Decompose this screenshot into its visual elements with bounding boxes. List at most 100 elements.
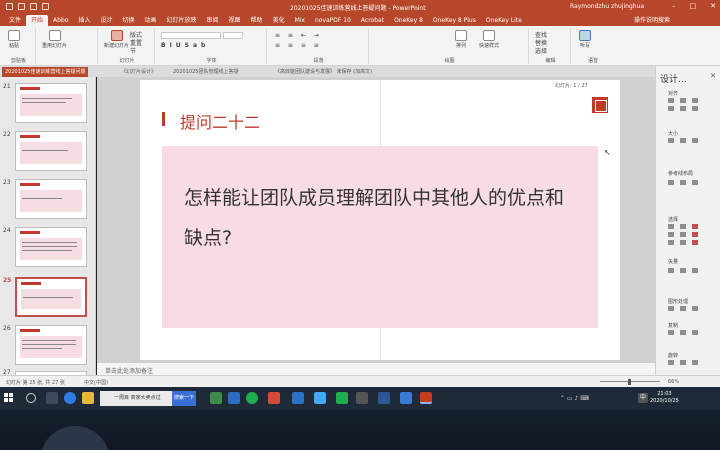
font-size-select[interactable] [223, 32, 243, 39]
tab-insert[interactable]: 插入 [73, 15, 95, 26]
zoom-level[interactable]: 66% [668, 379, 679, 385]
align-tools[interactable] [668, 106, 698, 111]
tab-design[interactable]: 设计 [95, 15, 117, 26]
select-tools[interactable] [668, 240, 698, 245]
new-slide-button[interactable]: 新建幻灯片 [104, 30, 129, 49]
slide-thumbnail[interactable] [15, 131, 87, 171]
taskbar: 一周目 商家大卖点过 搜索一下 ⌃ ▭ ♪ ⌨ 中 21:03 2020/10/2… [0, 387, 720, 410]
zoom-slider-knob[interactable] [628, 379, 631, 385]
tell-me-search[interactable]: 操作说明搜索 [629, 15, 720, 26]
guide-tools[interactable] [668, 180, 698, 185]
thumb-number: 21 [3, 83, 11, 90]
tab-beautify[interactable]: 美化 [268, 15, 290, 26]
app-icon[interactable] [356, 392, 368, 404]
app-icon[interactable] [210, 392, 222, 404]
quick-styles-button[interactable]: 快速样式 [479, 30, 499, 49]
align-tools[interactable] [668, 98, 698, 103]
current-slide[interactable]: 提问二十二 怎样能让团队成员理解团队中其他人的优点和缺点? [140, 80, 620, 360]
word-icon[interactable] [378, 392, 390, 404]
slide-thumbnail[interactable] [15, 83, 87, 123]
windows-start-icon[interactable] [4, 393, 14, 403]
tab-file[interactable]: 文件 [4, 15, 26, 26]
ribbon: 粘贴 剪贴板 重用幻灯片 新建幻灯片 版式 重置 节 幻灯片 BIUSab 字体… [0, 26, 720, 66]
slide-heading[interactable]: 提问二十二 [180, 109, 260, 133]
folder-icon[interactable] [82, 392, 94, 404]
system-tray[interactable]: ⌃ ▭ ♪ ⌨ [560, 395, 589, 402]
group-reuse: 重用幻灯片 [38, 28, 98, 64]
taskbar-search-button[interactable]: 搜索一下 [172, 391, 196, 406]
slide-thumbnail[interactable] [15, 227, 87, 267]
tab-home[interactable]: 开始 [26, 15, 49, 26]
wechat-work-icon[interactable] [336, 392, 348, 404]
tab-review[interactable]: 审阅 [202, 15, 224, 26]
tab-mix[interactable]: Mix [290, 17, 310, 26]
tab-onekey8[interactable]: OneKey 8 [389, 17, 428, 26]
select-tools[interactable] [668, 232, 698, 237]
quick-styles-icon [483, 30, 495, 41]
tab-help[interactable]: 帮助 [246, 15, 268, 26]
tab-animations[interactable]: 动画 [139, 15, 161, 26]
tab-acrobat[interactable]: Acrobat [356, 17, 389, 26]
slide-info: 幻灯片 第 25 张, 共 27 张 [6, 380, 65, 386]
window-title: 20201025佳速训练营线上答疑问题 - PowerPoint [290, 5, 426, 12]
tab-view[interactable]: 视图 [224, 15, 246, 26]
doc-tab[interactable]: 《幻灯片设计》 [118, 67, 159, 77]
microphone-icon [579, 30, 591, 41]
pane-section-label: 复制 [668, 323, 679, 329]
doc-tab[interactable]: 20201025团队管理线上答疑 [170, 67, 241, 77]
tab-onekeylite[interactable]: OneKey Lite [481, 17, 527, 26]
shape-tools[interactable] [668, 306, 698, 311]
language-indicator[interactable]: 中文(中国) [84, 379, 108, 386]
tab-transitions[interactable]: 切换 [117, 15, 139, 26]
tab-slideshow[interactable]: 幻灯片放映 [162, 15, 202, 26]
notes-pane[interactable]: 单击此处添加备注 [97, 362, 655, 375]
font-format-buttons[interactable]: BIUSab [161, 42, 209, 49]
question-text[interactable]: 怎样能让团队成员理解团队中其他人的优点和缺点? [184, 178, 579, 258]
search-icon[interactable] [26, 393, 36, 403]
app-icon[interactable] [228, 392, 240, 404]
doc-tab[interactable]: 《高效能团队建设与发展》 未保存 (加高文) [272, 67, 375, 77]
pane-section-label: 大小 [668, 131, 679, 137]
minimize-icon[interactable]: – [672, 2, 676, 10]
slide-thumbnail[interactable] [15, 179, 87, 219]
wechat-icon[interactable] [246, 392, 258, 404]
edge-icon[interactable] [64, 392, 76, 404]
ime-indicator[interactable]: 中 [638, 393, 648, 403]
app-icon[interactable] [268, 392, 280, 404]
size-tools[interactable] [668, 138, 698, 143]
present-icon[interactable] [42, 3, 49, 10]
arrange-button[interactable]: 排列 [455, 30, 467, 49]
app-icon[interactable] [400, 392, 412, 404]
rotate-tools[interactable] [668, 360, 698, 365]
app-icon[interactable] [292, 392, 304, 404]
taskbar-clock[interactable]: 21:03 2020/10/25 [650, 391, 679, 405]
list-buttons[interactable]: ≡ ≡ ⇤ ⇥ [275, 32, 322, 39]
powerpoint-icon[interactable] [420, 392, 432, 404]
close-icon[interactable]: ✕ [710, 72, 716, 80]
paste-button[interactable]: 粘贴 [8, 30, 20, 49]
reuse-slides-button[interactable]: 重用幻灯片 [42, 30, 67, 49]
doc-tab-active[interactable]: 20201025佳速训练营线上答疑问题 [2, 67, 89, 77]
vector-tools[interactable] [668, 268, 698, 273]
font-name-select[interactable] [161, 32, 221, 39]
copy-tools[interactable] [668, 330, 698, 335]
select-tools[interactable] [668, 224, 698, 229]
tab-onekey8plus[interactable]: OneKey 8 Plus [428, 17, 481, 26]
save-icon[interactable] [6, 3, 13, 10]
slide-thumbnail[interactable] [15, 325, 87, 365]
tab-novapdf[interactable]: novaPDF 10 [310, 17, 356, 26]
align-buttons[interactable]: ≡ ≡ ≡ ≡ [275, 42, 322, 49]
app-icon[interactable] [314, 392, 326, 404]
section-button[interactable]: 节 [130, 46, 136, 55]
task-view-icon[interactable] [46, 392, 58, 404]
dictate-button[interactable]: 听写 [579, 30, 591, 49]
select-button[interactable]: 选择 [535, 46, 547, 55]
slide-thumbnail-selected[interactable] [15, 277, 87, 317]
heading-accent-bar [162, 112, 165, 126]
undo-icon[interactable] [18, 3, 25, 10]
close-icon[interactable]: ✕ [710, 2, 716, 10]
tab-abbo[interactable]: Abbo [48, 17, 73, 26]
redo-icon[interactable] [30, 3, 37, 10]
maximize-icon[interactable]: □ [690, 2, 697, 10]
user-name[interactable]: Raymondzhu zhujinghua [570, 3, 644, 10]
